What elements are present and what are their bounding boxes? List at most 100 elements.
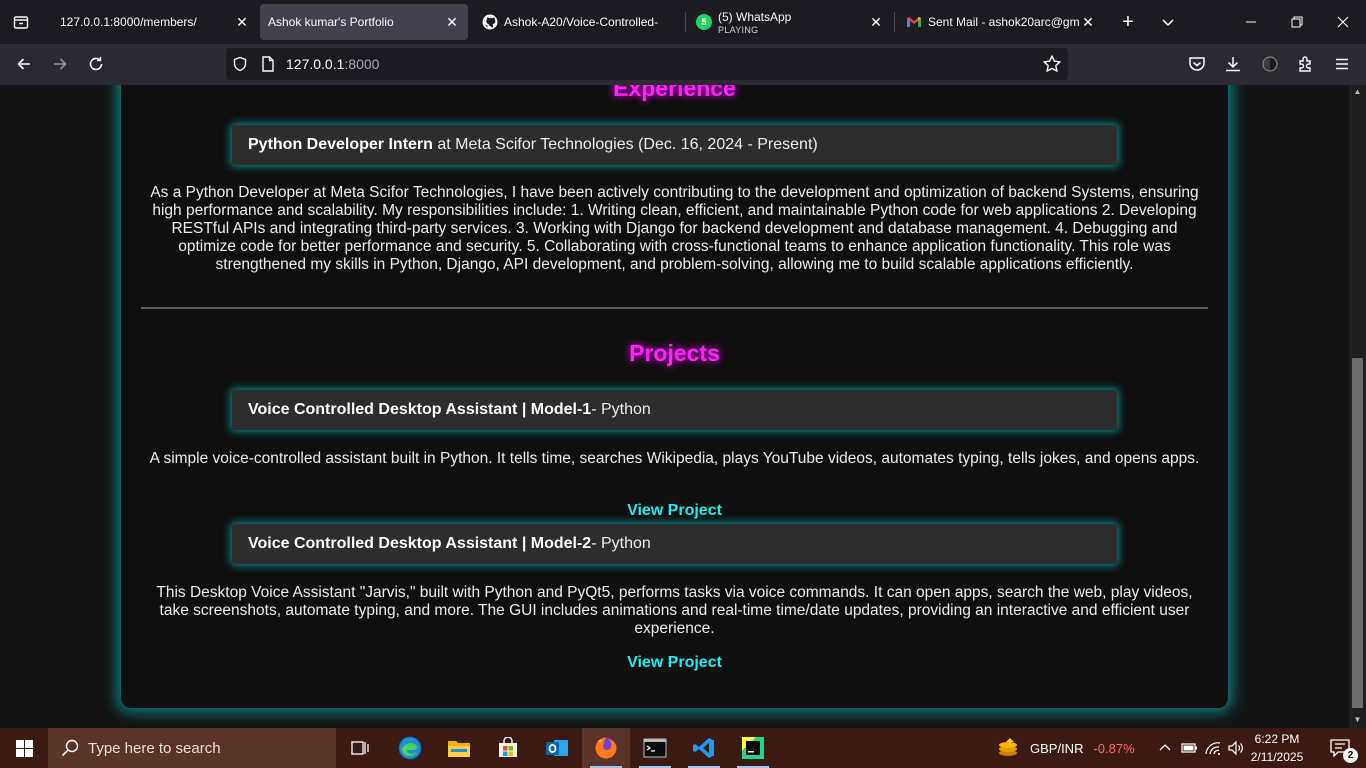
url-bar[interactable]: 127.0.0.1:8000 bbox=[226, 48, 1068, 80]
downloads-button[interactable] bbox=[1219, 50, 1247, 78]
folder-icon bbox=[448, 741, 470, 757]
notification-center-button[interactable]: 2 bbox=[1320, 728, 1360, 768]
wifi-icon bbox=[1205, 742, 1221, 755]
github-icon bbox=[482, 14, 498, 30]
battery-tray[interactable] bbox=[1178, 728, 1200, 768]
stock-ticker[interactable]: GBP/INR -0.87% bbox=[996, 728, 1135, 768]
project-title: Voice Controlled Desktop Assistant | Mod… bbox=[248, 401, 592, 418]
account-button[interactable] bbox=[1256, 50, 1284, 78]
notification-badge: 2 bbox=[1343, 748, 1358, 763]
restore-button[interactable] bbox=[1274, 0, 1320, 44]
extensions-button[interactable] bbox=[1292, 50, 1320, 78]
tab-title: Ashok-A20/Voice-Controlled- bbox=[504, 15, 659, 29]
job-company-dates: at Meta Scifor Technologies (Dec. 16, 20… bbox=[432, 136, 818, 153]
firefox-app[interactable] bbox=[582, 728, 630, 768]
file-explorer-app[interactable] bbox=[435, 728, 483, 768]
tab-separator bbox=[685, 12, 686, 32]
close-window-button[interactable] bbox=[1320, 0, 1366, 44]
scroll-up-arrow-icon[interactable]: ▲ bbox=[1352, 87, 1363, 97]
menu-button[interactable] bbox=[1328, 50, 1356, 78]
project-tech: - Python bbox=[591, 535, 651, 552]
view-project-link[interactable]: View Project bbox=[121, 654, 1228, 672]
speaker-icon bbox=[1228, 740, 1243, 756]
vscode-app[interactable] bbox=[680, 728, 728, 768]
puzzle-icon bbox=[1299, 56, 1311, 72]
windows-logo-icon bbox=[15, 739, 33, 757]
arrow-right-icon bbox=[54, 58, 67, 70]
list-all-tabs-button[interactable] bbox=[1154, 8, 1182, 36]
content-card: Experience Python Developer Intern at Me… bbox=[121, 85, 1228, 708]
experience-description: As a Python Developer at Meta Scifor Tec… bbox=[150, 184, 1199, 273]
network-tray[interactable] bbox=[1202, 728, 1224, 768]
avatar-icon bbox=[1262, 56, 1278, 72]
terminal-app[interactable] bbox=[631, 728, 679, 768]
whatsapp-icon: 5 bbox=[696, 14, 712, 30]
reload-button[interactable] bbox=[82, 50, 110, 78]
tab-github[interactable]: Ashok-A20/Voice-Controlled- bbox=[474, 4, 684, 40]
new-tab-button[interactable]: + bbox=[1114, 8, 1142, 36]
search-icon bbox=[61, 739, 79, 757]
shield-icon[interactable] bbox=[226, 48, 254, 80]
task-view-button[interactable] bbox=[336, 728, 384, 768]
tab-close-icon[interactable]: ✕ bbox=[868, 14, 884, 30]
minimize-icon bbox=[1246, 21, 1256, 23]
windows-taskbar: Type here to search GBP/INR -0.87% 6:22 … bbox=[0, 728, 1366, 768]
project-title-box: Voice Controlled Desktop Assistant | Mod… bbox=[232, 390, 1117, 430]
pycharm-app[interactable] bbox=[729, 728, 777, 768]
url-host: 127.0.0.1 bbox=[286, 56, 345, 72]
vscode-icon bbox=[693, 738, 714, 758]
taskbar-search-box[interactable]: Type here to search bbox=[48, 728, 336, 768]
gmail-icon bbox=[906, 14, 922, 30]
section-divider bbox=[141, 307, 1208, 309]
show-hidden-icons-button[interactable] bbox=[1154, 728, 1176, 768]
scroll-down-arrow-icon[interactable]: ▼ bbox=[1352, 715, 1363, 725]
tab-separator bbox=[894, 12, 895, 32]
ticker-label: GBP/INR bbox=[1030, 740, 1084, 756]
tab-whatsapp[interactable]: 5 (5) WhatsApp PLAYING ✕ bbox=[688, 4, 892, 40]
taskbar-clock[interactable]: 6:22 PM 2/11/2025 bbox=[1246, 730, 1308, 766]
experience-heading: Experience bbox=[613, 85, 736, 101]
store-app[interactable] bbox=[484, 728, 532, 768]
forward-button[interactable] bbox=[46, 50, 74, 78]
close-icon bbox=[1337, 16, 1349, 28]
minimize-button[interactable] bbox=[1228, 0, 1274, 44]
tab-portfolio[interactable]: Ashok kumar's Portfolio ✕ bbox=[260, 4, 468, 40]
arrow-left-icon bbox=[17, 58, 30, 70]
back-button[interactable] bbox=[10, 50, 38, 78]
tab-close-icon[interactable]: ✕ bbox=[1080, 14, 1096, 30]
tab-strip: 127.0.0.1:8000/members/ ✕ Ashok kumar's … bbox=[0, 0, 1366, 44]
search-placeholder: Type here to search bbox=[88, 739, 221, 757]
star-icon[interactable] bbox=[1042, 54, 1062, 74]
download-icon bbox=[1226, 57, 1240, 72]
volume-tray[interactable] bbox=[1225, 728, 1247, 768]
hamburger-icon bbox=[1336, 58, 1348, 70]
start-button[interactable] bbox=[0, 728, 48, 768]
tab-playing-label: PLAYING bbox=[718, 24, 759, 35]
page-scrollbar[interactable]: ▲ ▼ bbox=[1349, 85, 1366, 728]
clock-date: 2/11/2025 bbox=[1250, 750, 1304, 764]
view-project-link[interactable]: View Project bbox=[121, 502, 1228, 520]
pycharm-icon bbox=[742, 737, 764, 759]
pocket-icon bbox=[1189, 57, 1205, 71]
page-icon[interactable] bbox=[254, 48, 282, 80]
edge-app[interactable] bbox=[386, 728, 434, 768]
project-description: A simple voice-controlled assistant buil… bbox=[149, 450, 1200, 467]
pocket-button[interactable] bbox=[1183, 50, 1211, 78]
outlook-icon bbox=[546, 740, 568, 756]
ticker-change: -0.87% bbox=[1093, 740, 1135, 756]
tab-title: 127.0.0.1:8000/members/ bbox=[60, 15, 197, 29]
scrollbar-thumb[interactable] bbox=[1352, 358, 1363, 708]
tab-gmail[interactable]: Sent Mail - ashok20arc@gma ✕ bbox=[898, 4, 1104, 40]
tab-list-button[interactable] bbox=[0, 0, 42, 44]
url-text[interactable]: 127.0.0.1:8000 bbox=[282, 56, 379, 72]
edge-icon bbox=[398, 736, 422, 760]
tab-close-icon[interactable]: ✕ bbox=[234, 14, 250, 30]
battery-icon bbox=[1181, 743, 1197, 753]
tab-title: Ashok kumar's Portfolio bbox=[268, 15, 394, 29]
tab-close-icon[interactable]: ✕ bbox=[444, 14, 460, 30]
firefox-icon bbox=[595, 737, 617, 759]
project-description: This Desktop Voice Assistant "Jarvis," b… bbox=[156, 584, 1193, 637]
outlook-app[interactable] bbox=[533, 728, 581, 768]
tab-members[interactable]: 127.0.0.1:8000/members/ ✕ bbox=[46, 4, 258, 40]
project-title-box: Voice Controlled Desktop Assistant | Mod… bbox=[232, 524, 1117, 564]
